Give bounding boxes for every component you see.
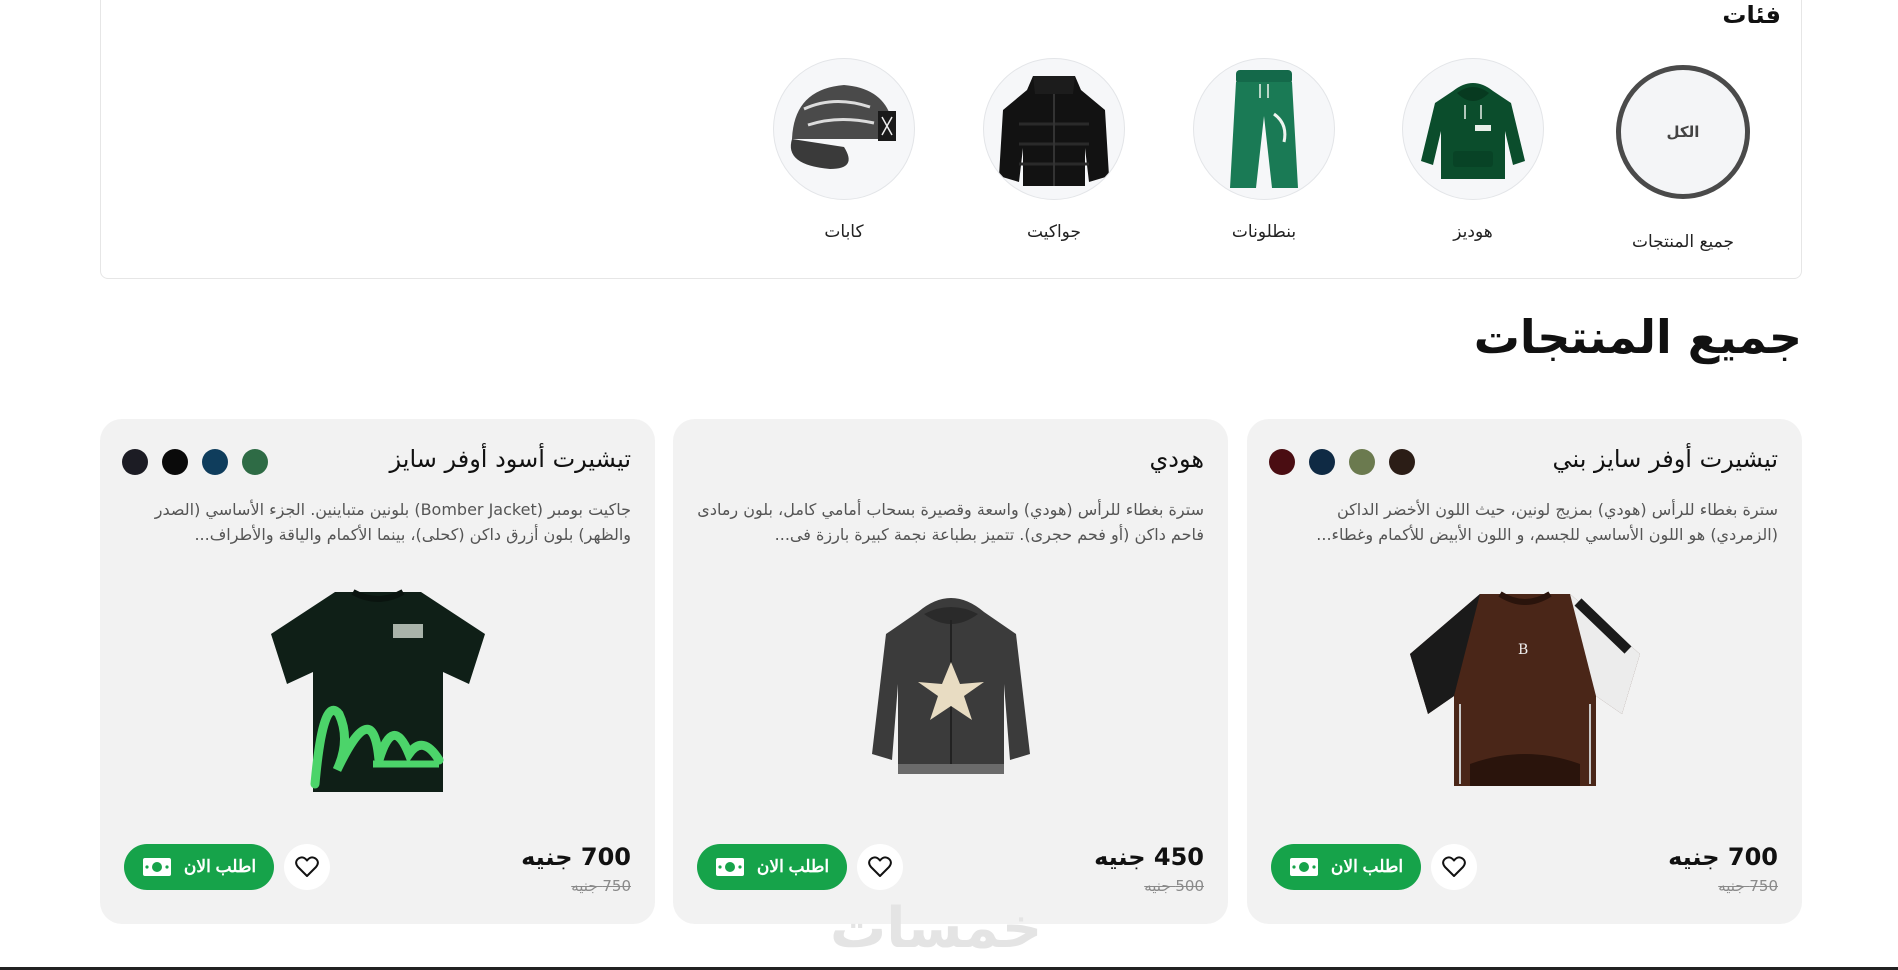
product-description: سترة بغطاء للرأس (هودي) بمزيج لونين، حيث… [1316,500,1778,544]
svg-text:B: B [1518,642,1528,658]
hoodie-image[interactable] [1402,58,1544,200]
product-title[interactable]: تيشيرت أوفر سايز بني [1552,445,1778,473]
product-title[interactable]: هودي [1149,445,1204,473]
color-swatch[interactable] [162,449,188,475]
color-swatch[interactable] [1349,449,1375,475]
category-all-circle[interactable]: الكل [1616,65,1750,199]
color-swatch[interactable] [242,449,268,475]
product-card[interactable]: تيشيرت أوفر سايز بني سترة بغطاء للرأس (ه… [1247,419,1802,924]
pants-image[interactable] [1193,58,1335,200]
heart-icon [1442,856,1466,877]
wishlist-button[interactable] [1431,844,1477,890]
jacket-image[interactable] [983,58,1125,200]
product-card[interactable]: هودي سترة بغطاء للرأس (هودي) واسعة وقصير… [673,419,1228,924]
category-caps-label: كابات [824,222,864,242]
color-swatch[interactable] [202,449,228,475]
wishlist-button[interactable] [284,844,330,890]
cash-icon [1289,858,1318,876]
product-image[interactable] [826,564,1076,814]
color-swatch[interactable] [1309,449,1335,475]
page-title: جميع المنتجات [1473,310,1802,364]
product-price: 450 جنيه [1094,843,1204,871]
cash-icon [715,858,744,876]
color-swatch[interactable] [122,449,148,475]
product-old-price: 500 جنيه [1144,877,1204,895]
category-all[interactable]: الكل جميع المنتجات [1608,65,1758,252]
category-hoodies[interactable]: هوديز [1398,58,1548,242]
watermark-logo: خمسات [830,896,1043,961]
order-now-button[interactable]: اطلب الان [697,844,847,890]
color-swatch[interactable] [1389,449,1415,475]
category-jackets-label: جواكيت [1027,222,1081,242]
order-now-button[interactable]: اطلب الان [124,844,274,890]
heart-icon [868,856,892,877]
category-hoodies-label: هوديز [1453,222,1493,242]
color-swatches [122,449,268,475]
order-now-label: اطلب الان [756,857,830,876]
price-box: 700 جنيه 750 جنيه [521,843,631,895]
product-old-price: 750 جنيه [571,877,631,895]
category-pants-label: بنطلونات [1231,222,1297,242]
price-box: 450 جنيه 500 جنيه [1094,843,1204,895]
product-old-price: 750 جنيه [1718,877,1778,895]
product-price: 700 جنيه [1668,843,1778,871]
category-all-label: جميع المنتجات [1631,232,1735,252]
categories-title: فئات [1722,1,1781,29]
wishlist-button[interactable] [857,844,903,890]
categories-panel: فئات الكل جميع المنتجات هوديز بنطلونات ج… [100,0,1802,279]
price-box: 700 جنيه 750 جنيه [1668,843,1778,895]
order-now-label: اطلب الان [1330,857,1404,876]
color-swatch[interactable] [1269,449,1295,475]
product-title[interactable]: تيشيرت أسود أوفر سايز [390,445,631,473]
category-jackets[interactable]: جواكيت [979,58,1129,242]
product-image[interactable]: B [1400,564,1650,814]
cap-image[interactable] [773,58,915,200]
product-description: جاكيت بومبر (Bomber Jacket) بلونين متباي… [154,500,631,544]
order-now-button[interactable]: اطلب الان [1271,844,1421,890]
order-now-label: اطلب الان [183,857,257,876]
product-image[interactable] [253,564,503,814]
heart-icon [295,856,319,877]
category-pants[interactable]: بنطلونات [1189,58,1339,242]
category-caps[interactable]: كابات [769,58,919,242]
product-card[interactable]: تيشيرت أسود أوفر سايز جاكيت بومبر (Bombe… [100,419,655,924]
product-description: سترة بغطاء للرأس (هودي) واسعة وقصيرة بسح… [697,500,1204,544]
color-swatches [1269,449,1415,475]
product-price: 700 جنيه [521,843,631,871]
category-all-circle-text: الكل [1666,123,1700,141]
cash-icon [142,858,171,876]
